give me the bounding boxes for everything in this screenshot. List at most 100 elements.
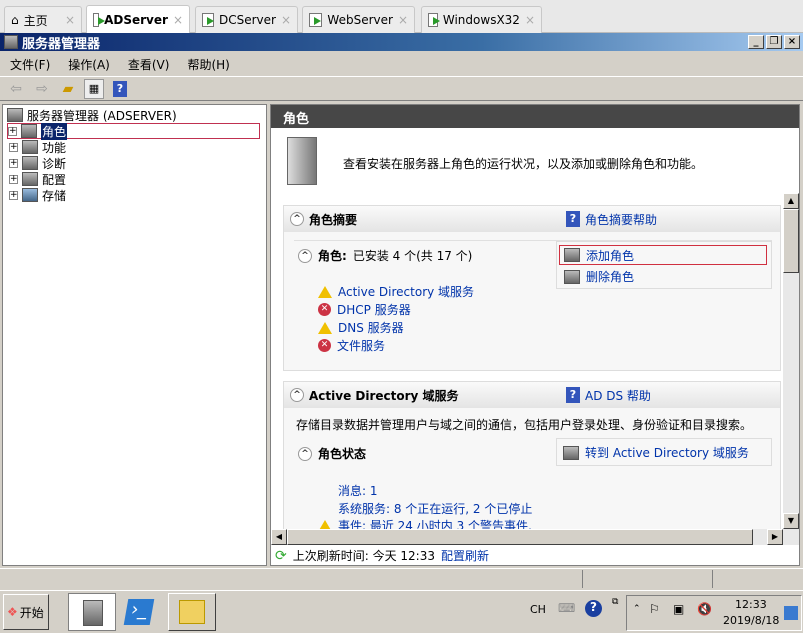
- tab-strip: ⌂ 主页 × ADServer × DCServer × WebServer × Wind…: [0, 0, 803, 33]
- forward-arrow-icon[interactable]: ⇨: [32, 79, 52, 99]
- clock-time[interactable]: 12:33: [735, 598, 767, 611]
- menu-action[interactable]: 操作(A): [68, 56, 110, 73]
- status-bar: [0, 568, 803, 589]
- server-manager-icon: [4, 35, 18, 49]
- roles-summary-help-link[interactable]: ? 角色摘要帮助: [566, 210, 657, 228]
- tree-root[interactable]: 服务器管理器 (ADSERVER): [7, 107, 177, 123]
- close-tab-icon[interactable]: ×: [65, 13, 75, 27]
- goto-icon: [563, 445, 579, 460]
- add-role-icon: [564, 248, 580, 262]
- flag-icon[interactable]: ⚐: [649, 602, 660, 616]
- network-warning-icon[interactable]: ▣: [673, 602, 684, 616]
- minimize-button[interactable]: _: [748, 35, 764, 49]
- tab-home[interactable]: ⌂ 主页 ×: [4, 6, 82, 33]
- tab-adserver[interactable]: ADServer ×: [86, 5, 190, 33]
- expand-icon[interactable]: +: [9, 158, 18, 168]
- up-folder-icon[interactable]: ▰: [58, 79, 78, 99]
- taskbar-server-manager[interactable]: [68, 593, 116, 631]
- restore-button[interactable]: ❐: [766, 35, 782, 49]
- show-hide-tree-icon[interactable]: ▦: [84, 78, 104, 99]
- system-services-link[interactable]: 系统服务: 8 个正在运行, 2 个已停止: [338, 500, 532, 517]
- hscroll-thumb[interactable]: [287, 529, 753, 545]
- window-title: 服务器管理器: [22, 36, 101, 52]
- system-tray: ⌃ ⚐ ▣ 🔇 12:33 2019/8/18: [626, 595, 802, 631]
- tree-item-storage[interactable]: + 存储: [9, 187, 66, 203]
- start-button[interactable]: ❖ 开始: [3, 594, 49, 630]
- home-icon: ⌂: [11, 13, 19, 27]
- keyboard-icon[interactable]: ⌨: [558, 601, 575, 615]
- help-icon[interactable]: ?: [113, 80, 127, 97]
- add-roles-link[interactable]: 添加角色: [559, 245, 767, 265]
- menu-view[interactable]: 查看(V): [128, 56, 170, 73]
- role-file-services-link[interactable]: ✕ 文件服务: [318, 337, 385, 354]
- role-adds-link[interactable]: Active Directory 域服务: [318, 283, 474, 300]
- close-tab-icon[interactable]: ×: [525, 13, 535, 27]
- intro-text: 查看安装在服务器上角色的运行状况，以及添加或删除角色和功能。: [343, 157, 704, 171]
- server-icon: [7, 108, 23, 122]
- tab-webserver[interactable]: WebServer ×: [302, 6, 415, 33]
- menu-file[interactable]: 文件(F): [10, 56, 50, 73]
- volume-muted-icon[interactable]: 🔇: [697, 602, 712, 616]
- tree-item-configuration[interactable]: + 配置: [9, 171, 66, 187]
- close-button[interactable]: ×: [784, 35, 800, 49]
- server-manager-icon: [83, 600, 103, 626]
- collapse-icon[interactable]: ^: [290, 212, 304, 226]
- vertical-scrollbar[interactable]: ▲ ▼: [783, 193, 799, 529]
- collapse-icon[interactable]: ^: [290, 388, 304, 402]
- vm-icon: [93, 12, 106, 27]
- scroll-up-button[interactable]: ▲: [783, 193, 799, 209]
- expand-icon[interactable]: +: [9, 174, 18, 184]
- navigation-tree: 服务器管理器 (ADSERVER) + 角色 + 功能 + 诊断 + 配置 + 存储: [2, 104, 267, 566]
- adds-help-link[interactable]: ? AD DS 帮助: [566, 386, 651, 404]
- scroll-down-button[interactable]: ▼: [783, 513, 799, 529]
- close-tab-icon[interactable]: ×: [173, 13, 183, 27]
- clock-date[interactable]: 2019/8/18: [723, 614, 779, 627]
- language-indicator[interactable]: CH: [530, 603, 546, 616]
- tree-item-roles[interactable]: + 角色: [7, 122, 260, 140]
- menu-help[interactable]: 帮助(H): [187, 56, 229, 73]
- configure-refresh-link[interactable]: 配置刷新: [441, 547, 489, 564]
- toolbar: ⇦ ⇨ ▰ ▦ ?: [0, 76, 803, 101]
- show-hidden-icons[interactable]: ⌃: [633, 604, 641, 614]
- pane-header: 角色: [271, 105, 799, 128]
- collapse-icon[interactable]: ^: [298, 248, 312, 263]
- refresh-icon[interactable]: ⟳: [275, 548, 287, 564]
- warning-icon: [318, 285, 332, 298]
- close-tab-icon[interactable]: ×: [281, 13, 291, 27]
- role-dns-link[interactable]: DNS 服务器: [318, 319, 404, 336]
- scroll-thumb[interactable]: [783, 209, 799, 273]
- tab-windowsx32[interactable]: WindowsX32 ×: [421, 6, 542, 33]
- scroll-left-button[interactable]: ◀: [271, 529, 287, 545]
- tab-dcserver[interactable]: DCServer ×: [195, 6, 298, 33]
- expand-icon[interactable]: +: [9, 190, 18, 200]
- roles-summary-section: ^ 角色摘要 ? 角色摘要帮助 ^ 角色: 已安装 4 个(共 17 个) 添加角色 删…: [283, 205, 781, 371]
- adds-description: 存储目录数据并管理用户与域之间的通信，包括用户登录处理、身份验证和目录搜索。: [296, 418, 753, 432]
- window-title-bar: 服务器管理器 _ ❐ ×: [0, 33, 803, 52]
- roles-server-icon: [287, 137, 317, 185]
- tree-item-features[interactable]: + 功能: [9, 139, 66, 155]
- menu-bar: 文件(F) 操作(A) 查看(V) 帮助(H): [0, 53, 803, 75]
- scroll-right-button[interactable]: ▶: [767, 529, 783, 545]
- close-tab-icon[interactable]: ×: [398, 13, 408, 27]
- roles-icon: [21, 124, 37, 138]
- collapse-icon[interactable]: ^: [298, 446, 312, 461]
- powershell-icon[interactable]: ›_: [123, 599, 155, 625]
- taskbar-explorer[interactable]: [168, 593, 216, 631]
- roles-pane: 角色 查看安装在服务器上角色的运行状况，以及添加或删除角色和功能。 ^ 角色摘要 …: [270, 104, 800, 566]
- help-icon[interactable]: ?: [585, 600, 602, 617]
- back-arrow-icon[interactable]: ⇦: [6, 79, 26, 99]
- taskbar: ❖ 开始 ›_ CH ⌨ ? ⧉ ⌃ ⚐ ▣ 🔇 12:33 2019/8/18: [0, 590, 803, 633]
- role-dhcp-link[interactable]: ✕ DHCP 服务器: [318, 301, 411, 318]
- horizontal-scrollbar[interactable]: ◀ ▶: [271, 529, 799, 545]
- tree-item-diagnostics[interactable]: + 诊断: [9, 155, 66, 171]
- vm-icon: [309, 13, 323, 27]
- configuration-icon: [22, 172, 38, 186]
- expand-icon[interactable]: +: [8, 126, 17, 136]
- language-bar-options-icon[interactable]: ⧉: [612, 597, 618, 607]
- error-icon: ✕: [318, 339, 331, 352]
- goto-adds-link[interactable]: 转到 Active Directory 域服务: [563, 444, 749, 461]
- remove-roles-link[interactable]: 删除角色: [564, 268, 634, 285]
- messages-link[interactable]: 消息: 1: [338, 482, 378, 499]
- show-desktop-icon[interactable]: [784, 606, 798, 620]
- expand-icon[interactable]: +: [9, 142, 18, 152]
